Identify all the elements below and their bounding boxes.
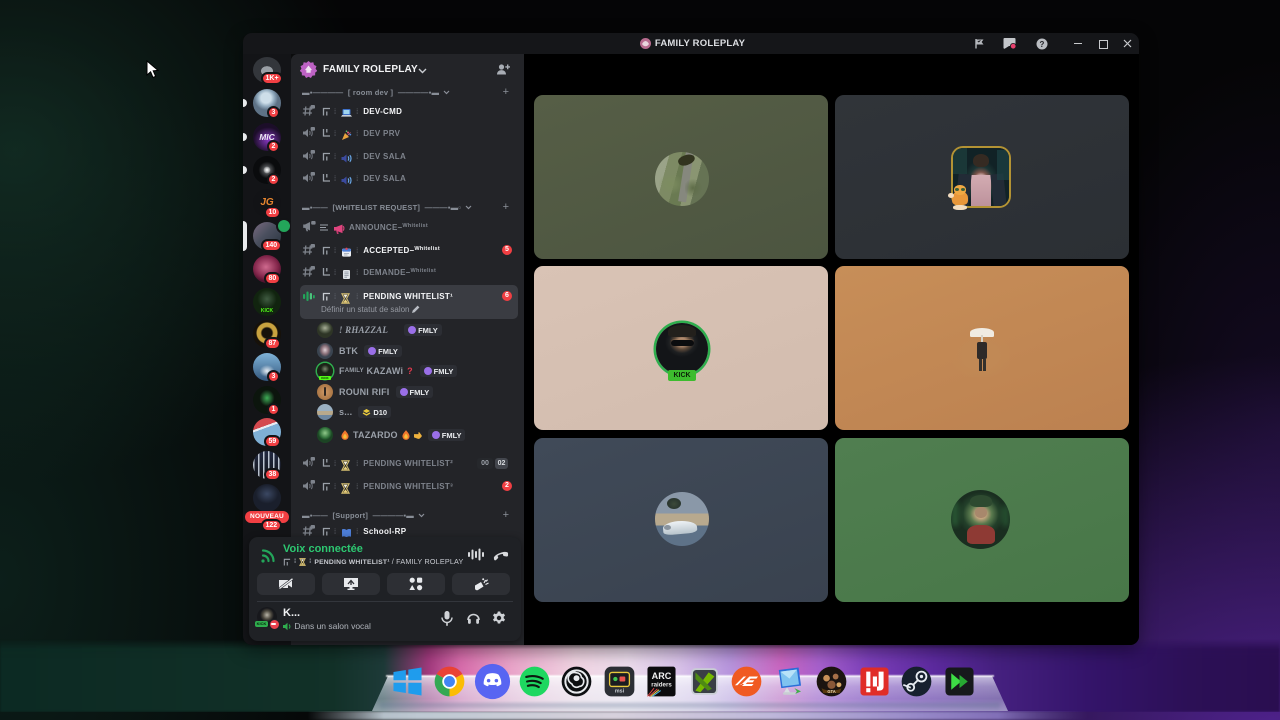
svg-text:raiders: raiders: [651, 681, 672, 688]
svg-text:msi: msi: [614, 689, 624, 695]
svg-text:ARC: ARC: [652, 671, 672, 681]
svg-text:GTA: GTA: [827, 689, 835, 694]
svg-text:?: ?: [1040, 40, 1045, 49]
